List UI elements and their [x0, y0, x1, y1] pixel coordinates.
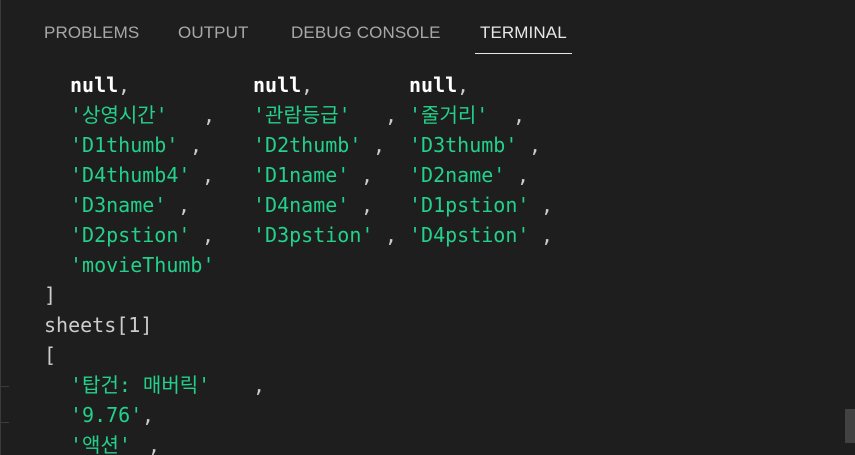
- token-comma: ,: [361, 193, 374, 217]
- token-string: 'D4name': [253, 193, 350, 217]
- token-comma: ,: [513, 103, 526, 127]
- tab-debug-console[interactable]: DEBUG CONSOLE: [291, 22, 441, 44]
- token-null: null: [70, 73, 119, 97]
- token-comma: ,: [301, 73, 314, 97]
- token-string: 'D1thumb': [70, 133, 179, 157]
- token-comma: ,: [202, 163, 215, 187]
- terminal-panel: PROBLEMS OUTPUT DEBUG CONSOLE TERMINAL n…: [0, 0, 855, 455]
- terminal-scrollbar[interactable]: [841, 70, 855, 455]
- token-comma: ,: [203, 103, 216, 127]
- token-comma: ,: [541, 223, 554, 247]
- terminal-line: null , null , null ,: [1, 70, 469, 100]
- terminal-line: 'D3name' , 'D4name' , 'D1pstion' ,: [1, 190, 553, 220]
- panel-tab-bar: PROBLEMS OUTPUT DEBUG CONSOLE TERMINAL: [1, 0, 855, 68]
- command-text: sheets[1]: [44, 313, 153, 337]
- token-comma: ,: [361, 163, 374, 187]
- token-string: 'D2name': [409, 163, 506, 187]
- tab-terminal[interactable]: TERMINAL: [480, 22, 567, 44]
- terminal-line: 'movieThumb': [1, 250, 215, 280]
- terminal-line: '9.76' ,: [1, 400, 154, 430]
- token-comma: ,: [373, 133, 386, 157]
- token-string: 'D2pstion': [70, 223, 191, 247]
- token-comma: ,: [541, 193, 554, 217]
- active-tab-indicator: [475, 53, 572, 54]
- token-string: '줄거리': [409, 103, 489, 127]
- terminal-line: [: [1, 340, 73, 370]
- token-string: 'D4pstion': [409, 223, 530, 247]
- terminal-output[interactable]: null , null , null , '상영시간' , '관람등급' , '…: [1, 70, 841, 455]
- open-bracket: [: [44, 343, 57, 367]
- token-string: 'D2thumb': [253, 133, 362, 157]
- scrollbar-thumb[interactable]: [845, 409, 855, 443]
- token-comma: ,: [253, 373, 266, 397]
- token-null: null: [253, 73, 302, 97]
- token-null: null: [409, 73, 458, 97]
- token-string: 'D1pstion': [409, 193, 530, 217]
- token-comma: ,: [190, 133, 203, 157]
- token-string: 'D4thumb4': [70, 163, 191, 187]
- token-string: '탑건: 매버릭': [70, 373, 211, 397]
- token-string: 'D3thumb': [409, 133, 518, 157]
- token-comma: ,: [202, 223, 215, 247]
- token-string: '상영시간': [70, 103, 168, 127]
- terminal-line: 'D1thumb' , 'D2thumb' , 'D3thumb' ,: [1, 130, 541, 160]
- token-comma: ,: [517, 163, 530, 187]
- token-comma: ,: [118, 73, 131, 97]
- token-comma: ,: [385, 103, 398, 127]
- terminal-line: 'D2pstion' , 'D3pstion' , 'D4pstion' ,: [1, 220, 553, 250]
- token-comma: ,: [457, 73, 470, 97]
- terminal-line: '액션' ,: [1, 430, 160, 455]
- token-string: '9.76': [70, 403, 143, 427]
- token-string: '액션': [70, 433, 131, 455]
- tab-problems[interactable]: PROBLEMS: [44, 22, 139, 44]
- gutter-divider: [1, 422, 9, 423]
- token-comma: ,: [385, 223, 398, 247]
- terminal-line: ]: [1, 280, 73, 310]
- token-string: 'D1name': [253, 163, 350, 187]
- token-string: '관람등급': [253, 103, 351, 127]
- gutter-divider: [1, 386, 9, 387]
- terminal-line: sheets[1]: [1, 310, 152, 340]
- token-string: 'movieThumb': [70, 253, 215, 277]
- token-comma: ,: [148, 433, 161, 455]
- token-comma: ,: [178, 193, 191, 217]
- close-bracket: ]: [44, 283, 57, 307]
- token-string: 'D3name': [70, 193, 167, 217]
- terminal-line: '탑건: 매버릭' ,: [1, 370, 265, 400]
- token-string: 'D3pstion': [253, 223, 374, 247]
- token-comma: ,: [529, 133, 542, 157]
- terminal-line: '상영시간' , '관람등급' , '줄거리' ,: [1, 100, 525, 130]
- terminal-line: 'D4thumb4' , 'D1name' , 'D2name' ,: [1, 160, 529, 190]
- token-comma: ,: [142, 403, 155, 427]
- tab-output[interactable]: OUTPUT: [178, 22, 248, 44]
